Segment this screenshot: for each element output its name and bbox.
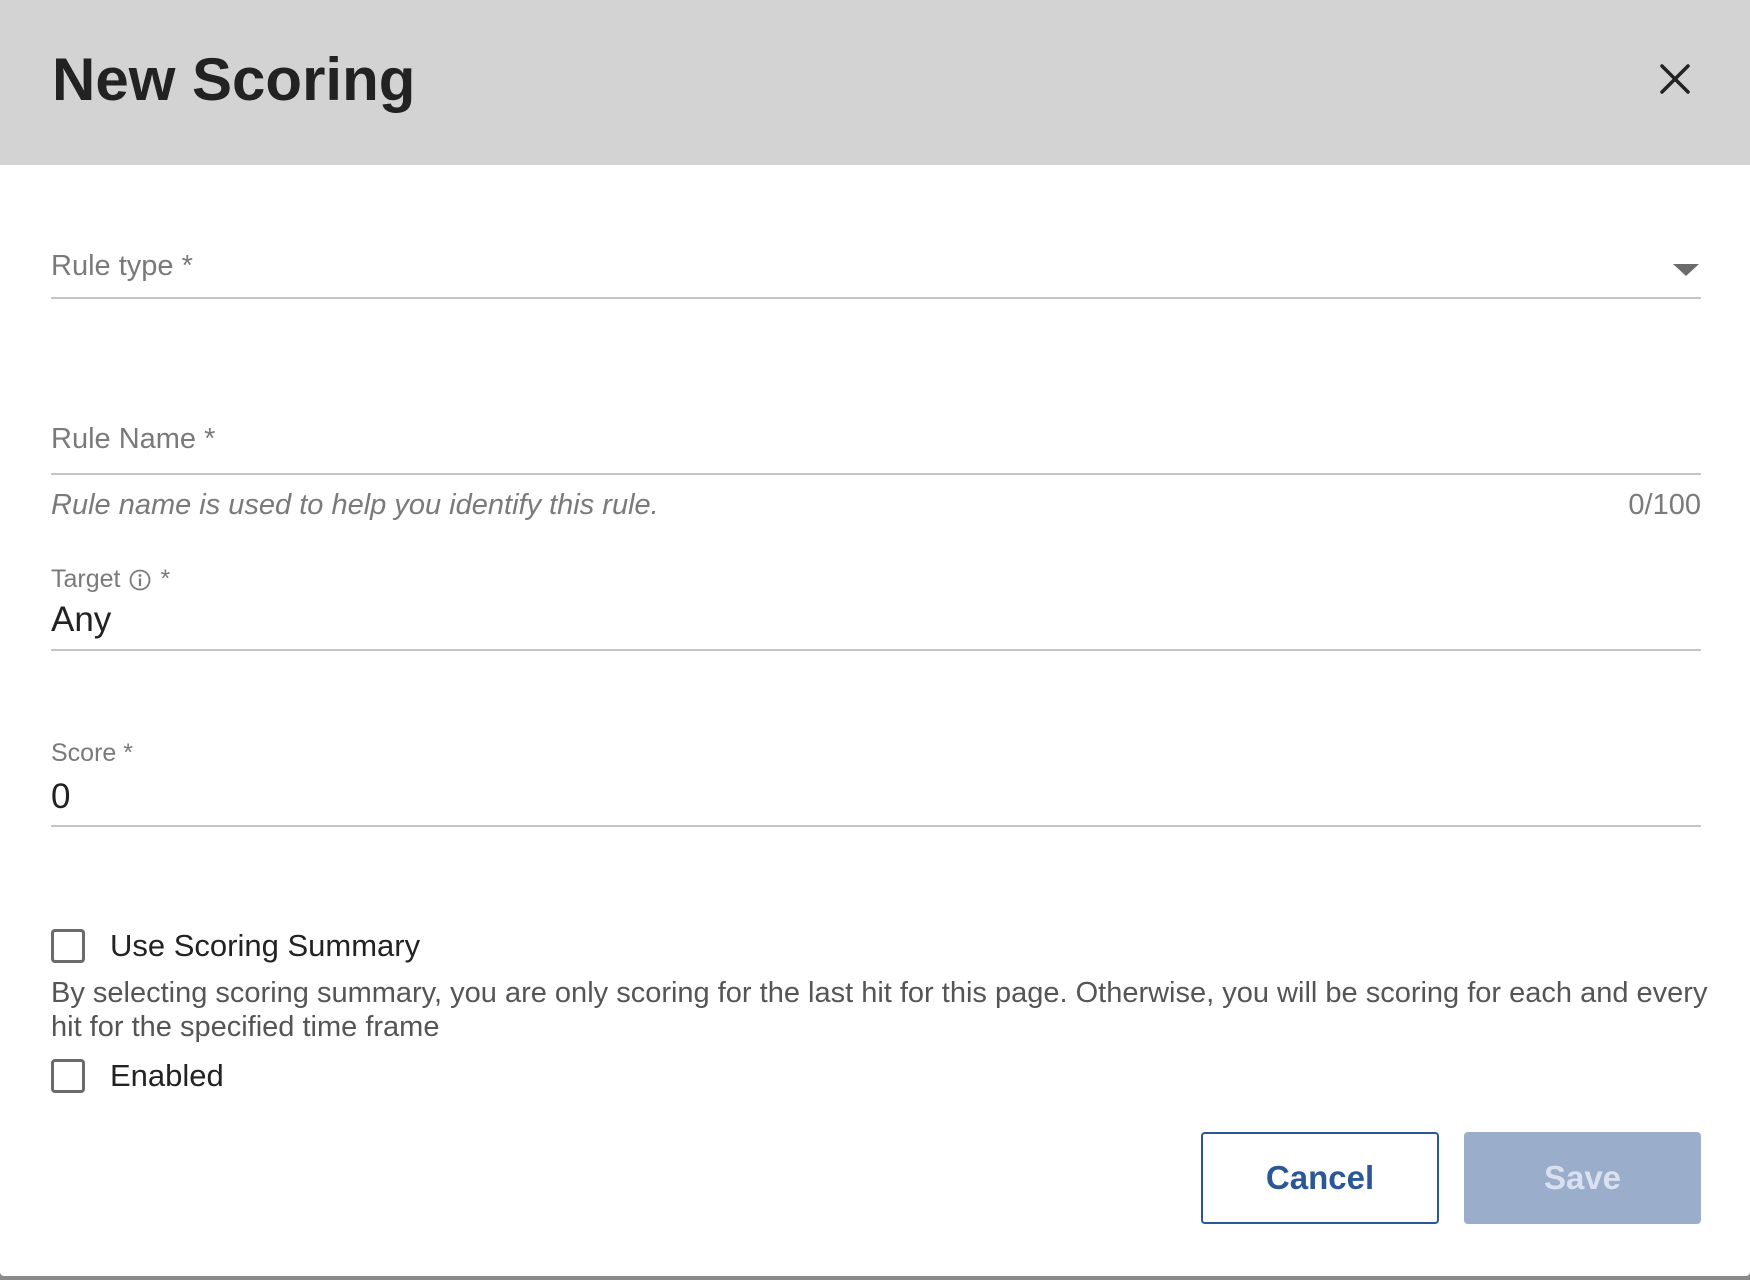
save-button[interactable]: Save <box>1464 1132 1701 1224</box>
rule-name-label: Rule Name * <box>51 423 216 455</box>
score-value: 0 <box>51 777 71 816</box>
dialog-title: New Scoring <box>52 46 416 113</box>
rule-name-hint: Rule name is used to help you identify t… <box>51 489 659 521</box>
enabled-label[interactable]: Enabled <box>110 1058 224 1094</box>
target-label-group: Target * <box>51 565 170 594</box>
target-required-mark: * <box>160 565 171 593</box>
target-label: Target <box>51 565 121 593</box>
scoring-summary-description: By selecting scoring summary, you are on… <box>51 977 1708 1043</box>
scoring-summary-checkbox[interactable] <box>51 929 85 963</box>
rule-name-underline <box>51 473 1701 475</box>
target-underline <box>51 649 1701 651</box>
rule-type-select[interactable]: Rule type * <box>51 250 1701 302</box>
close-button[interactable] <box>1654 58 1696 100</box>
target-value: Any <box>51 600 112 639</box>
score-label: Score * <box>51 739 133 767</box>
rule-name-input[interactable]: Rule Name * <box>51 423 1701 478</box>
chevron-down-icon <box>1673 264 1699 276</box>
score-input[interactable]: Score * 0 <box>51 739 1701 831</box>
rule-name-counter: 0/100 <box>1628 489 1701 521</box>
enabled-checkbox[interactable] <box>51 1059 85 1093</box>
score-underline <box>51 825 1701 827</box>
info-icon[interactable] <box>128 568 152 592</box>
scoring-summary-label[interactable]: Use Scoring Summary <box>110 928 420 964</box>
new-scoring-dialog: New Scoring Rule type * Rule Name * Rule… <box>0 0 1750 1276</box>
rule-type-label: Rule type * <box>51 250 193 282</box>
cancel-button[interactable]: Cancel <box>1201 1132 1439 1224</box>
dialog-header: New Scoring <box>0 0 1750 165</box>
close-icon <box>1660 64 1690 94</box>
target-input[interactable]: Target * Any <box>51 565 1701 655</box>
enabled-option[interactable]: Enabled <box>51 1058 224 1094</box>
rule-type-underline <box>51 297 1701 299</box>
scoring-summary-option[interactable]: Use Scoring Summary <box>51 928 420 964</box>
